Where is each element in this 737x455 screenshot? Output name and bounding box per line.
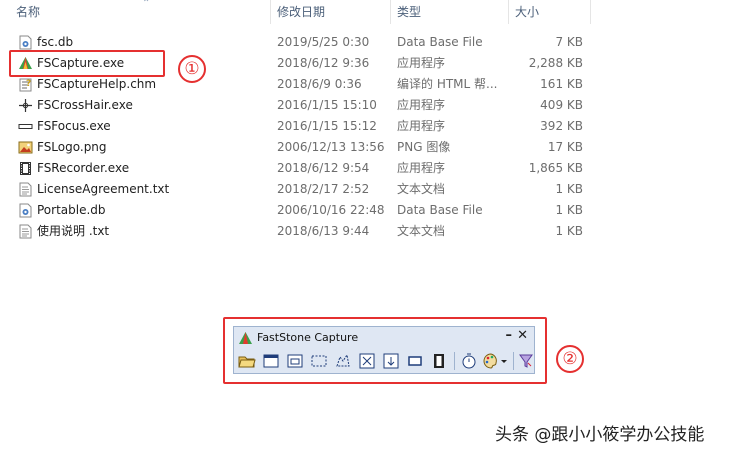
file-type: Data Base File bbox=[397, 203, 483, 217]
file-size: 1,865 KB bbox=[528, 161, 583, 175]
file-type: 应用程序 bbox=[397, 98, 446, 112]
file-name: Portable.db bbox=[37, 203, 106, 217]
file-size: 7 KB bbox=[555, 35, 583, 49]
delay-timer-icon[interactable] bbox=[459, 351, 479, 371]
output-palette-icon[interactable] bbox=[481, 351, 501, 371]
column-divider[interactable] bbox=[590, 0, 591, 24]
column-header-type[interactable]: 类型 bbox=[397, 0, 421, 24]
file-type: 应用程序 bbox=[397, 119, 446, 133]
capture-rectangle-icon[interactable] bbox=[309, 351, 329, 371]
file-row[interactable]: FSCrossHair.exe 2016/1/15 15:10 应用程序 409… bbox=[0, 95, 600, 116]
file-type: 文本文档 bbox=[397, 224, 446, 238]
file-name: FSLogo.png bbox=[37, 140, 107, 154]
column-header-date[interactable]: 修改日期 bbox=[277, 0, 325, 24]
column-header-size[interactable]: 大小 bbox=[515, 0, 539, 24]
settings-menu-icon[interactable] bbox=[516, 351, 536, 371]
annotation-number-1: ① bbox=[178, 55, 206, 83]
file-name: FSFocus.exe bbox=[37, 119, 111, 133]
file-type: 文本文档 bbox=[397, 182, 446, 196]
file-date: 2006/10/16 22:48 bbox=[277, 203, 385, 217]
capture-window-object-icon[interactable] bbox=[285, 351, 305, 371]
watermark-text: 头条 @跟小小筱学办公技能 bbox=[495, 425, 705, 445]
file-size: 1 KB bbox=[555, 203, 583, 217]
column-header-name[interactable]: 名称 bbox=[16, 0, 40, 24]
open-folder-icon[interactable] bbox=[237, 351, 257, 371]
file-name: FSCrossHair.exe bbox=[37, 98, 133, 112]
crosshair-icon bbox=[19, 99, 32, 112]
png-image-icon bbox=[18, 141, 33, 154]
capture-tools bbox=[237, 350, 533, 372]
minimize-button[interactable]: – bbox=[506, 328, 513, 343]
faststone-capture-toolbar[interactable]: FastStone Capture – ✕ bbox=[233, 326, 535, 374]
file-row[interactable]: ? FSCaptureHelp.chm 2018/6/9 0:36 编译的 HT… bbox=[0, 74, 600, 95]
file-size: 161 KB bbox=[540, 77, 583, 91]
chm-help-icon: ? bbox=[19, 78, 32, 92]
file-name: 使用说明 .txt bbox=[37, 224, 110, 238]
focus-bar-icon bbox=[18, 124, 33, 129]
file-row[interactable]: FSFocus.exe 2016/1/15 15:12 应用程序 392 KB bbox=[0, 116, 600, 137]
file-date: 2006/12/13 13:56 bbox=[277, 140, 385, 154]
column-divider[interactable] bbox=[270, 0, 271, 24]
file-type: PNG 图像 bbox=[397, 140, 451, 154]
file-size: 2,288 KB bbox=[528, 56, 583, 70]
file-size: 1 KB bbox=[555, 182, 583, 196]
file-name: FSRecorder.exe bbox=[37, 161, 130, 175]
db-file-icon bbox=[19, 35, 32, 50]
chevron-down-icon[interactable] bbox=[499, 351, 509, 371]
file-type: 应用程序 bbox=[397, 161, 446, 175]
file-type: 编译的 HTML 帮... bbox=[397, 77, 498, 91]
file-row[interactable]: 使用说明 .txt 2018/6/13 9:44 文本文档 1 KB bbox=[0, 221, 600, 242]
file-row[interactable]: Portable.db 2006/10/16 22:48 Data Base F… bbox=[0, 200, 600, 221]
file-date: 2018/6/12 9:54 bbox=[277, 161, 370, 175]
faststone-logo-icon bbox=[239, 332, 252, 344]
file-date: 2018/6/13 9:44 bbox=[277, 224, 370, 238]
toolbar-separator bbox=[513, 352, 514, 370]
file-date: 2019/5/25 0:30 bbox=[277, 35, 370, 49]
highlight-box-fscapture bbox=[9, 50, 165, 77]
svg-text:?: ? bbox=[26, 79, 31, 89]
screen-recorder-icon[interactable] bbox=[429, 351, 449, 371]
text-file-icon bbox=[19, 182, 32, 197]
toolbar-title: FastStone Capture bbox=[257, 331, 359, 344]
file-date: 2018/6/9 0:36 bbox=[277, 77, 362, 91]
capture-scrolling-window-icon[interactable] bbox=[381, 351, 401, 371]
db-file-icon bbox=[19, 203, 32, 218]
file-size: 409 KB bbox=[540, 98, 583, 112]
file-name: LicenseAgreement.txt bbox=[37, 182, 170, 196]
sort-chevron-up-icon: ⌃ bbox=[142, 0, 151, 9]
file-type: 应用程序 bbox=[397, 56, 446, 70]
close-button[interactable]: ✕ bbox=[517, 328, 528, 343]
file-name: FSCaptureHelp.chm bbox=[37, 77, 157, 91]
toolbar-separator bbox=[454, 352, 455, 370]
capture-freehand-icon[interactable] bbox=[333, 351, 353, 371]
file-date: 2018/2/17 2:52 bbox=[277, 182, 370, 196]
capture-fixed-region-icon[interactable] bbox=[405, 351, 425, 371]
file-size: 392 KB bbox=[540, 119, 583, 133]
column-divider[interactable] bbox=[390, 0, 391, 24]
annotation-number-2: ② bbox=[556, 345, 584, 373]
file-type: Data Base File bbox=[397, 35, 483, 49]
film-recorder-icon bbox=[20, 162, 31, 175]
file-size: 17 KB bbox=[547, 140, 583, 154]
file-date: 2016/1/15 15:12 bbox=[277, 119, 377, 133]
file-date: 2016/1/15 15:10 bbox=[277, 98, 377, 112]
file-size: 1 KB bbox=[555, 224, 583, 238]
file-date: 2018/6/12 9:36 bbox=[277, 56, 370, 70]
column-divider[interactable] bbox=[508, 0, 509, 24]
capture-full-screen-icon[interactable] bbox=[357, 351, 377, 371]
file-list-header: ⌃ 名称 修改日期 类型 大小 bbox=[0, 0, 600, 24]
file-row[interactable]: FSLogo.png 2006/12/13 13:56 PNG 图像 17 KB bbox=[0, 137, 600, 158]
text-file-icon bbox=[19, 224, 32, 239]
file-row[interactable]: FSRecorder.exe 2018/6/12 9:54 应用程序 1,865… bbox=[0, 158, 600, 179]
capture-active-window-icon[interactable] bbox=[261, 351, 281, 371]
file-row[interactable]: LicenseAgreement.txt 2018/2/17 2:52 文本文档… bbox=[0, 179, 600, 200]
